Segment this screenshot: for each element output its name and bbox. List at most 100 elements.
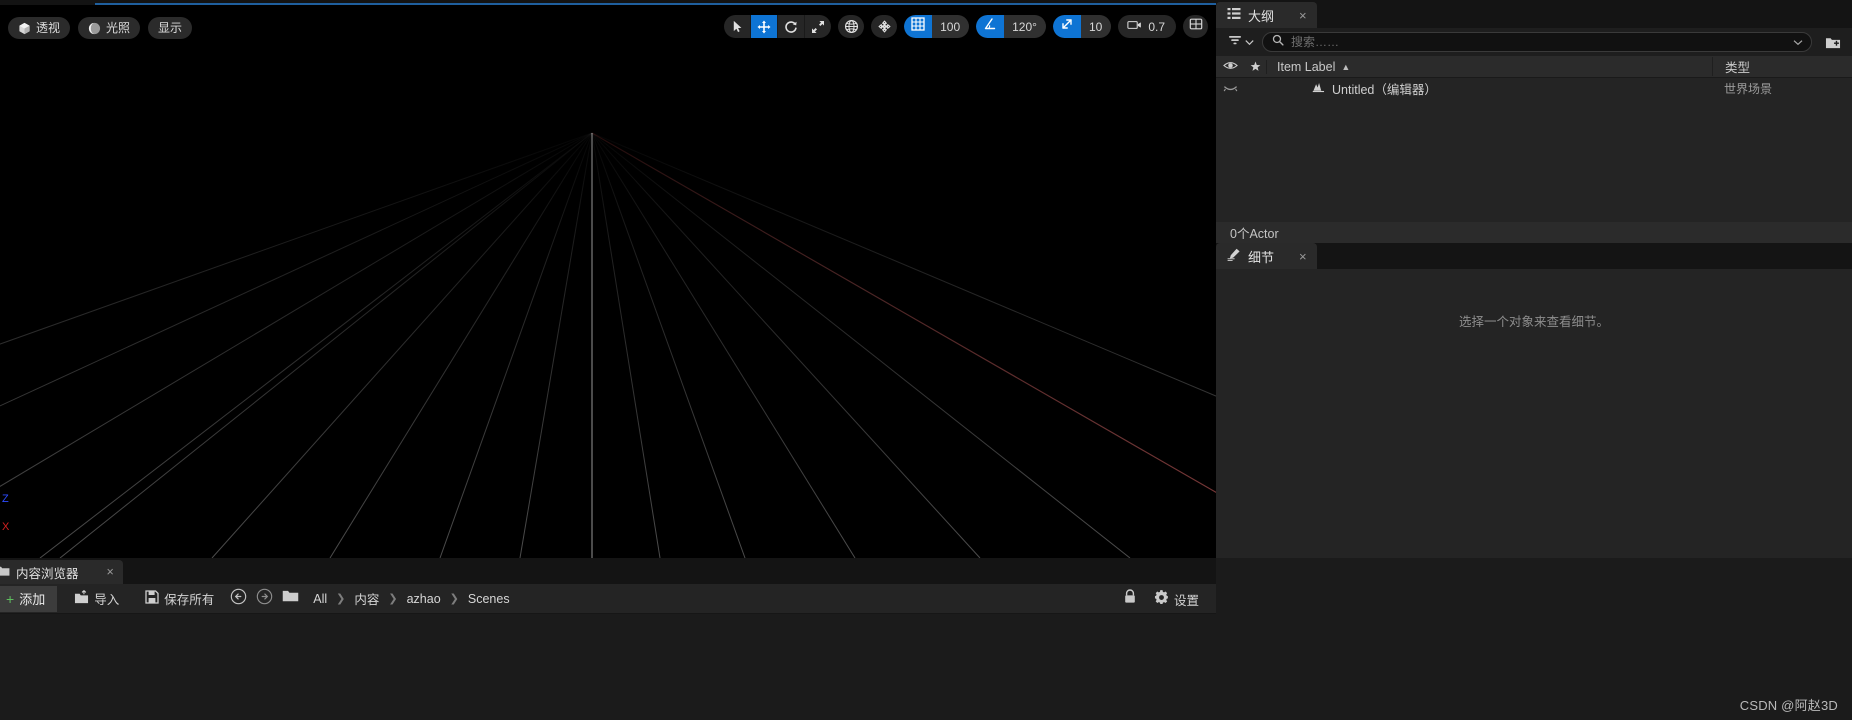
world-icon: [1312, 81, 1325, 96]
close-icon[interactable]: ×: [1299, 9, 1307, 22]
outliner-actor-count: 0个Actor: [1216, 222, 1852, 243]
gear-icon: [1154, 590, 1169, 608]
gizmo-z-label: Z: [2, 493, 9, 505]
show-flags-button[interactable]: 显示: [148, 17, 193, 39]
breadcrumb-item-3[interactable]: Scenes: [462, 590, 516, 608]
scale-snap-value[interactable]: 10: [1080, 15, 1112, 38]
transform-tool-group: [724, 15, 832, 38]
lock-button[interactable]: [1119, 588, 1141, 610]
save-icon: [145, 590, 159, 607]
breadcrumb-item-1[interactable]: 内容: [348, 587, 385, 610]
breadcrumb-separator: ❯: [449, 593, 459, 605]
import-icon: [74, 590, 89, 607]
rotate-tool[interactable]: [778, 15, 804, 38]
settings-button[interactable]: 设置: [1145, 586, 1208, 612]
path-folder-icon-button[interactable]: [279, 588, 301, 610]
outliner-filter-button[interactable]: [1226, 31, 1256, 53]
column-item-label-text: Item Label: [1277, 59, 1336, 74]
save-all-button-label: 保存所有: [164, 593, 215, 607]
viewport-left-toolbar: 透视 光照 显示: [8, 17, 193, 39]
camera-speed[interactable]: 0.7: [1118, 15, 1176, 38]
level-viewport[interactable]: 透视 光照 显示 100 120° 10 0.7 Z X: [0, 5, 1216, 558]
content-browser-panel: 内容浏览器 × + 添加 导入 保存所有 All ❯ 内容 ❯ azhao ❯ …: [0, 558, 1216, 720]
column-type[interactable]: 类型: [1712, 57, 1852, 76]
angle-snap-toggle[interactable]: [976, 15, 1005, 38]
eye-icon: [1222, 60, 1238, 74]
cube-icon: [18, 22, 31, 35]
save-all-button[interactable]: 保存所有: [136, 586, 223, 612]
grid-snap-value[interactable]: 100: [932, 15, 970, 38]
tab-details[interactable]: 细节 ×: [1216, 243, 1317, 269]
import-button-label: 导入: [94, 593, 120, 607]
grid-snap-toggle[interactable]: [904, 15, 933, 38]
column-item-label[interactable]: Item Label ▲: [1266, 59, 1712, 74]
scale-snap: 10: [1052, 15, 1112, 38]
folder-icon: [282, 589, 299, 608]
outliner-add-item-button[interactable]: [1822, 31, 1844, 53]
close-icon[interactable]: ×: [107, 565, 114, 579]
nav-forward-button[interactable]: [253, 588, 275, 610]
import-button[interactable]: 导入: [65, 586, 128, 612]
viewport-layout-button[interactable]: [1183, 15, 1208, 38]
breadcrumb-separator: ❯: [336, 593, 346, 605]
settings-button-label: 设置: [1173, 593, 1199, 608]
close-icon[interactable]: ×: [1299, 250, 1307, 263]
outliner-search-box[interactable]: [1262, 32, 1812, 52]
search-input[interactable]: [1291, 35, 1786, 49]
viewport-right-toolbar: 100 120° 10 0.7: [724, 15, 1208, 38]
scale-snap-toggle[interactable]: [1052, 15, 1081, 38]
tab-content-browser[interactable]: 内容浏览器 ×: [0, 560, 123, 584]
perspective-button[interactable]: 透视: [8, 17, 71, 39]
column-visibility[interactable]: [1216, 60, 1244, 74]
sort-ascending-icon: ▲: [1341, 61, 1351, 72]
scale-snap-icon: [1060, 17, 1074, 36]
move-arrows-icon: [757, 20, 771, 34]
perspective-label: 透视: [36, 21, 61, 35]
back-arrow-icon: [230, 588, 247, 610]
details-empty-message: 选择一个对象来查看细节。: [1458, 315, 1609, 329]
surface-snap-icon: [877, 19, 892, 34]
details-pencil-icon: [1227, 248, 1241, 264]
breadcrumb-separator: ❯: [388, 593, 398, 605]
tab-outliner[interactable]: 大纲 ×: [1216, 2, 1317, 28]
row-visibility-toggle[interactable]: [1216, 82, 1244, 96]
viewport-layout-icon: [1189, 17, 1203, 36]
gizmo-x-label: X: [2, 521, 10, 533]
closed-eye-icon: [1223, 82, 1238, 96]
add-button-label: 添加: [19, 592, 46, 607]
grid-snap-icon: [911, 17, 925, 36]
camera-speed-value: 0.7: [1148, 19, 1165, 34]
globe-icon: [844, 19, 859, 34]
add-button[interactable]: + 添加: [0, 585, 58, 612]
column-pin[interactable]: [1244, 61, 1266, 72]
show-flags-label: 显示: [158, 21, 183, 35]
outliner-search-row: [1216, 28, 1852, 56]
breadcrumb-item-0[interactable]: All: [307, 590, 333, 608]
forward-arrow-icon: [256, 588, 273, 610]
filter-icon: [1228, 33, 1242, 51]
row-label-text: Untitled（编辑器）: [1332, 83, 1437, 97]
nav-back-button[interactable]: [227, 588, 249, 610]
camera-icon: [1127, 19, 1143, 34]
world-space-toggle[interactable]: [838, 15, 864, 38]
row-type-cell: 世界场景: [1724, 82, 1773, 96]
lit-mode-button[interactable]: 光照: [78, 17, 141, 39]
select-tool[interactable]: [724, 15, 750, 38]
content-browser-toolbar-right: 设置: [1115, 584, 1208, 614]
viewport-grid: [0, 5, 1216, 558]
breadcrumb-item-2[interactable]: azhao: [401, 590, 447, 608]
rotate-icon: [784, 20, 798, 34]
surface-snap-toggle[interactable]: [871, 15, 897, 38]
details-tabbar: 细节 ×: [1216, 243, 1852, 269]
search-icon: [1272, 33, 1284, 51]
move-tool[interactable]: [751, 15, 778, 38]
outliner-panel: Item Label ▲ 类型: [1216, 28, 1852, 243]
outliner-tabbar: 大纲 ×: [1216, 0, 1852, 28]
angle-snap-value[interactable]: 120°: [1004, 15, 1046, 38]
scale-tool[interactable]: [805, 15, 831, 38]
table-row[interactable]: Untitled（编辑器） 世界场景: [1216, 78, 1852, 99]
search-history-chevron-icon[interactable]: [1793, 33, 1803, 51]
content-browser-body[interactable]: [0, 614, 1216, 720]
grid-snap: 100: [904, 15, 970, 38]
tab-content-browser-label: 内容浏览器: [16, 566, 79, 581]
